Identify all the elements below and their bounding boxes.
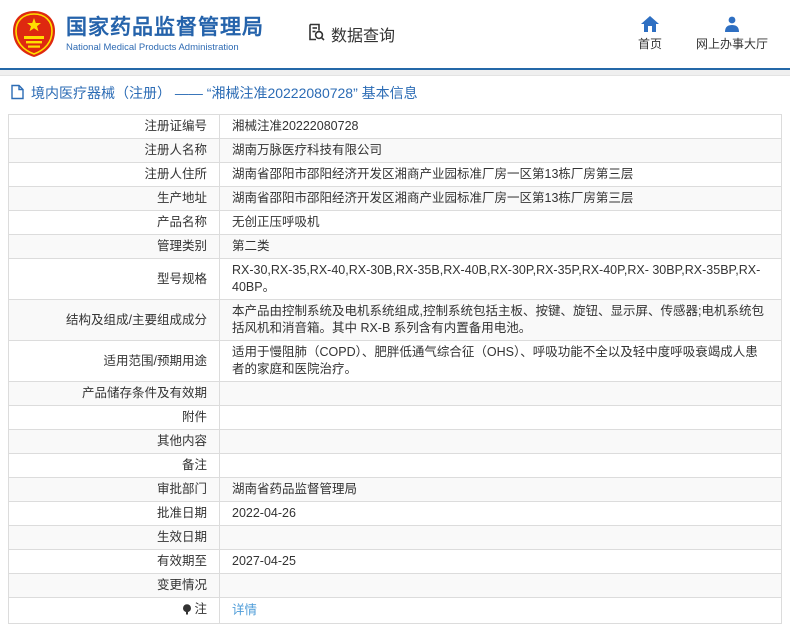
site-header: 国家药品监督管理局 National Medical Products Admi… xyxy=(0,0,790,68)
table-row: 附件 xyxy=(8,405,782,430)
nav-online-hall-label: 网上办事大厅 xyxy=(695,37,768,51)
table-row: 注 详情 xyxy=(8,597,782,624)
document-icon xyxy=(10,84,25,103)
row-label: 批准日期 xyxy=(8,501,220,526)
row-label: 附件 xyxy=(8,405,220,430)
row-value: 无创正压呼吸机 xyxy=(219,210,782,235)
table-row: 生效日期 xyxy=(8,525,782,550)
data-query-label: 数据查询 xyxy=(331,28,396,45)
row-label: 审批部门 xyxy=(8,477,220,502)
row-value xyxy=(219,573,782,598)
row-label: 注册人名称 xyxy=(8,138,220,163)
row-label: 结构及组成/主要组成成分 xyxy=(8,299,220,341)
site-title: 国家药品监督管理局 xyxy=(66,15,264,39)
row-label: 适用范围/预期用途 xyxy=(8,340,220,382)
table-row: 生产地址 湖南省邵阳市邵阳经济开发区湘商产业园标准厂房一区第13栋厂房第三层 xyxy=(8,186,782,211)
table-row: 有效期至 2027-04-25 xyxy=(8,549,782,574)
row-label: 管理类别 xyxy=(8,234,220,259)
row-value xyxy=(219,429,782,454)
row-value: 第二类 xyxy=(219,234,782,259)
row-value: RX-30,RX-35,RX-40,RX-30B,RX-35B,RX-40B,R… xyxy=(219,258,782,300)
row-label: 产品名称 xyxy=(8,210,220,235)
top-nav: 首页 网上办事大厅 xyxy=(638,16,768,52)
table-row: 审批部门 湖南省药品监督管理局 xyxy=(8,477,782,502)
table-row: 适用范围/预期用途 适用于慢阻肺（COPD）、肥胖低通气综合征（OHS）、呼吸功能… xyxy=(8,340,782,382)
table-row: 变更情况 xyxy=(8,573,782,598)
nav-home[interactable]: 首页 xyxy=(638,16,662,52)
breadcrumb: 境内医疗器械（注册） —— “湘械注准20222080728” 基本信息 xyxy=(0,76,790,110)
row-label: 备注 xyxy=(8,453,220,478)
user-icon xyxy=(724,16,740,32)
row-value: 湖南省邵阳市邵阳经济开发区湘商产业园标准厂房一区第13栋厂房第三层 xyxy=(219,162,782,187)
note-label: 注 xyxy=(194,602,207,616)
table-row: 产品名称 无创正压呼吸机 xyxy=(8,210,782,235)
table-row: 注册人名称 湖南万脉医疗科技有限公司 xyxy=(8,138,782,163)
breadcrumb-text: 境内医疗器械（注册） —— “湘械注准20222080728” 基本信息 xyxy=(31,85,418,101)
note-icon xyxy=(182,603,192,620)
data-query-icon xyxy=(306,22,326,47)
table-row: 其他内容 xyxy=(8,429,782,454)
table-row: 备注 xyxy=(8,453,782,478)
table-row: 注册证编号 湘械注准20222080728 xyxy=(8,114,782,139)
row-label: 产品储存条件及有效期 xyxy=(8,381,220,406)
row-label: 生效日期 xyxy=(8,525,220,550)
row-value: 2027-04-25 xyxy=(219,549,782,574)
brand: 国家药品监督管理局 National Medical Products Admi… xyxy=(10,10,264,58)
brand-text: 国家药品监督管理局 National Medical Products Admi… xyxy=(66,16,264,53)
row-value: 湖南万脉医疗科技有限公司 xyxy=(219,138,782,163)
row-label: 其他内容 xyxy=(8,429,220,454)
row-label: 有效期至 xyxy=(8,549,220,574)
nav-home-label: 首页 xyxy=(637,37,662,51)
row-value xyxy=(219,405,782,430)
row-label: 注册人住所 xyxy=(8,162,220,187)
row-value: 湖南省邵阳市邵阳经济开发区湘商产业园标准厂房一区第13栋厂房第三层 xyxy=(219,186,782,211)
row-value-note: 详情 xyxy=(219,597,782,624)
row-label: 生产地址 xyxy=(8,186,220,211)
row-label: 变更情况 xyxy=(8,573,220,598)
row-value xyxy=(219,453,782,478)
table-row: 管理类别 第二类 xyxy=(8,234,782,259)
row-label: 注册证编号 xyxy=(8,114,220,139)
row-value: 适用于慢阻肺（COPD）、肥胖低通气综合征（OHS）、呼吸功能不全以及轻中度呼吸… xyxy=(219,340,782,382)
table-row: 注册人住所 湖南省邵阳市邵阳经济开发区湘商产业园标准厂房一区第13栋厂房第三层 xyxy=(8,162,782,187)
row-value: 2022-04-26 xyxy=(219,501,782,526)
nav-online-hall[interactable]: 网上办事大厅 xyxy=(696,16,768,52)
row-label-note: 注 xyxy=(8,597,220,624)
row-value xyxy=(219,525,782,550)
home-icon xyxy=(640,16,659,32)
details-link[interactable]: 详情 xyxy=(232,603,257,617)
site-subtitle: National Medical Products Administration xyxy=(66,41,239,53)
row-label: 型号规格 xyxy=(8,258,220,300)
row-value: 湖南省药品监督管理局 xyxy=(219,477,782,502)
table-row: 型号规格 RX-30,RX-35,RX-40,RX-30B,RX-35B,RX-4… xyxy=(8,258,782,300)
table-row: 产品储存条件及有效期 xyxy=(8,381,782,406)
data-query-section[interactable]: 数据查询 xyxy=(306,22,395,47)
row-value: 本产品由控制系统及电机系统组成,控制系统包括主板、按键、旋钮、显示屏、传感器;电… xyxy=(219,299,782,341)
info-table: 注册证编号 湘械注准20222080728 注册人名称 湖南万脉医疗科技有限公司 注… xyxy=(8,114,782,624)
national-emblem-logo xyxy=(10,10,58,58)
row-value: 湘械注准20222080728 xyxy=(219,114,782,139)
table-row: 结构及组成/主要组成成分 本产品由控制系统及电机系统组成,控制系统包括主板、按键、… xyxy=(8,299,782,341)
table-row: 批准日期 2022-04-26 xyxy=(8,501,782,526)
row-value xyxy=(219,381,782,406)
